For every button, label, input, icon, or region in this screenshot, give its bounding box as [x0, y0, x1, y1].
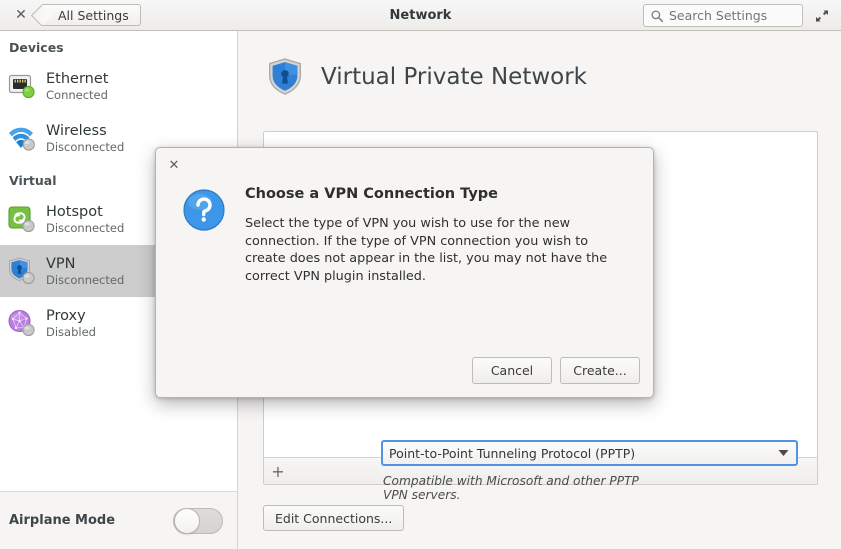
vpn-type-dropdown[interactable]: Point-to-Point Tunneling Protocol (PPTP)	[381, 440, 798, 466]
hotspot-icon	[7, 204, 37, 234]
edit-connections-wrap: Edit Connections...	[263, 505, 405, 531]
vpn-shield-icon	[265, 57, 305, 97]
toggle-knob	[174, 507, 200, 534]
ethernet-icon	[7, 71, 37, 101]
dialog-title: Choose a VPN Connection Type	[245, 186, 499, 202]
sidebar-item-label: Wireless	[46, 122, 107, 139]
sidebar-item-state: Disabled	[46, 324, 96, 339]
header-bar: ✕ All Settings Network	[0, 0, 841, 31]
maximize-icon[interactable]	[811, 5, 833, 27]
sidebar-item-state: Disconnected	[46, 220, 125, 235]
chevron-down-icon	[770, 449, 796, 457]
sidebar-item-state: Disconnected	[46, 272, 125, 287]
cancel-button[interactable]: Cancel	[472, 357, 552, 384]
sidebar-item-state: Disconnected	[46, 139, 125, 154]
sidebar-item-label: Proxy	[46, 307, 86, 324]
dialog-description: Select the type of VPN you wish to use f…	[245, 216, 608, 284]
dialog-body: Choose a VPN Connection Type Select the …	[156, 148, 653, 285]
airplane-mode-row: Airplane Mode	[0, 491, 237, 549]
page-header: Virtual Private Network	[239, 31, 841, 97]
search-settings-box[interactable]	[643, 4, 803, 27]
sidebar-item-state: Connected	[46, 87, 108, 102]
dialog-actions: Cancel Create...	[472, 357, 640, 384]
airplane-mode-toggle[interactable]	[173, 507, 223, 534]
wireless-icon	[7, 123, 37, 153]
settings-window: ✕ All Settings Network Devices	[0, 0, 841, 549]
vpn-type-selected-value: Point-to-Point Tunneling Protocol (PPTP)	[389, 445, 636, 461]
sidebar-item-label: Hotspot	[46, 203, 103, 220]
vpn-type-hint: Compatible with Microsoft and other PPTP…	[383, 474, 639, 502]
edit-connections-button[interactable]: Edit Connections...	[263, 505, 405, 531]
create-button[interactable]: Create...	[560, 357, 640, 384]
maximize-arrows-icon	[816, 10, 828, 22]
all-settings-back-button[interactable]: All Settings	[42, 4, 141, 26]
dialog-text: Choose a VPN Connection Type Select the …	[245, 186, 627, 285]
sidebar-item-label: Ethernet	[46, 70, 109, 87]
add-connection-button[interactable]: +	[264, 458, 292, 484]
question-mark-icon	[182, 188, 226, 232]
search-input[interactable]	[669, 8, 796, 23]
proxy-globe-icon	[7, 308, 37, 338]
search-icon	[651, 9, 664, 22]
vpn-connection-type-dialog: ✕ Choose a VPN Connection Type Select th…	[155, 147, 798, 502]
sidebar-item-label: VPN	[46, 255, 76, 272]
airplane-mode-label: Airplane Mode	[9, 513, 116, 528]
sidebar-group-devices: Devices	[9, 40, 64, 55]
back-button-label: All Settings	[58, 7, 129, 23]
sidebar-item-ethernet[interactable]: Ethernet Connected	[0, 60, 237, 112]
page-title: Virtual Private Network	[321, 64, 587, 90]
vpn-shield-icon	[7, 256, 37, 286]
dialog-close-button[interactable]: ✕	[165, 156, 183, 174]
